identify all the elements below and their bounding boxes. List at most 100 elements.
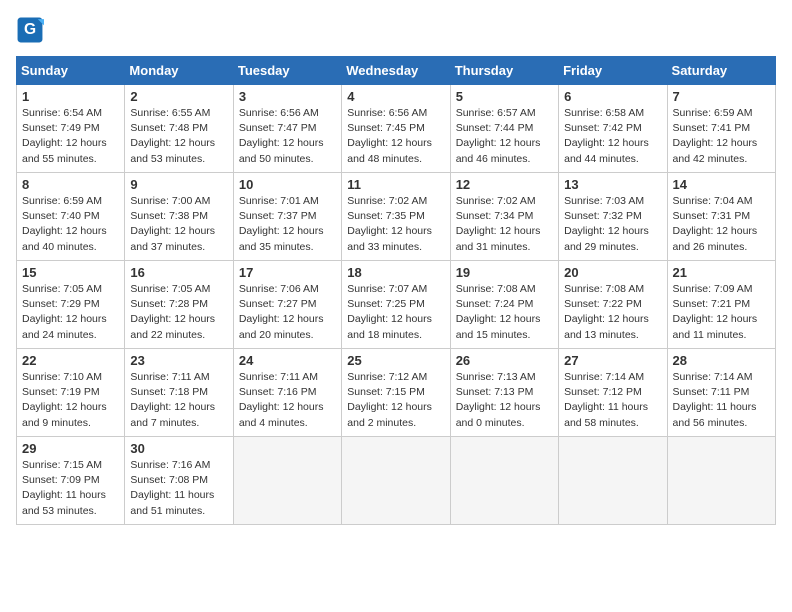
calendar-day-header: Saturday [667, 57, 775, 85]
logo-icon: G [16, 16, 44, 44]
calendar-cell [667, 437, 775, 525]
calendar-cell: 4Sunrise: 6:56 AM Sunset: 7:45 PM Daylig… [342, 85, 450, 173]
page-header: G [16, 16, 776, 44]
calendar-cell: 20 Sunrise: 7:08 AM Sunset: 7:22 PM Dayli… [559, 261, 667, 349]
calendar-table: SundayMondayTuesdayWednesdayThursdayFrid… [16, 56, 776, 525]
calendar-cell: 9 Sunrise: 7:00 AM Sunset: 7:38 PM Daylig… [125, 173, 233, 261]
day-info: Sunrise: 7:15 AM Sunset: 7:09 PM Dayligh… [22, 458, 119, 519]
day-number: 24 [239, 353, 336, 368]
calendar-cell: 17 Sunrise: 7:06 AM Sunset: 7:27 PM Dayli… [233, 261, 341, 349]
calendar-cell: 16 Sunrise: 7:05 AM Sunset: 7:28 PM Dayli… [125, 261, 233, 349]
calendar-cell: 27 Sunrise: 7:14 AM Sunset: 7:12 PM Dayli… [559, 349, 667, 437]
day-number: 29 [22, 441, 119, 456]
calendar-cell [559, 437, 667, 525]
calendar-cell: 28 Sunrise: 7:14 AM Sunset: 7:11 PM Dayli… [667, 349, 775, 437]
calendar-week-row: 1 Sunrise: 6:54 AM Sunset: 7:49 PM Daylig… [17, 85, 776, 173]
calendar-cell: 3 Sunrise: 6:56 AM Sunset: 7:47 PM Daylig… [233, 85, 341, 173]
calendar-cell: 11 Sunrise: 7:02 AM Sunset: 7:35 PM Dayli… [342, 173, 450, 261]
day-info: Sunrise: 7:06 AM Sunset: 7:27 PM Dayligh… [239, 282, 336, 343]
day-number: 28 [673, 353, 770, 368]
calendar-cell: 19Sunrise: 7:08 AM Sunset: 7:24 PM Dayli… [450, 261, 558, 349]
day-info: Sunrise: 6:59 AM Sunset: 7:40 PM Dayligh… [22, 194, 119, 255]
calendar-cell: 14 Sunrise: 7:04 AM Sunset: 7:31 PM Dayli… [667, 173, 775, 261]
calendar-cell [233, 437, 341, 525]
calendar-cell: 21 Sunrise: 7:09 AM Sunset: 7:21 PM Dayli… [667, 261, 775, 349]
svg-text:G: G [24, 21, 36, 38]
logo: G [16, 16, 48, 44]
calendar-cell: 2 Sunrise: 6:55 AM Sunset: 7:48 PM Daylig… [125, 85, 233, 173]
day-number: 6 [564, 89, 661, 104]
calendar-week-row: 29 Sunrise: 7:15 AM Sunset: 7:09 PM Dayli… [17, 437, 776, 525]
day-info: Sunrise: 7:10 AM Sunset: 7:19 PM Dayligh… [22, 370, 119, 431]
day-info: Sunrise: 7:13 AM Sunset: 7:13 PM Dayligh… [456, 370, 553, 431]
day-number: 18 [347, 265, 444, 280]
calendar-cell: 7 Sunrise: 6:59 AM Sunset: 7:41 PM Daylig… [667, 85, 775, 173]
calendar-cell: 5 Sunrise: 6:57 AM Sunset: 7:44 PM Daylig… [450, 85, 558, 173]
day-info: Sunrise: 6:56 AM Sunset: 7:47 PM Dayligh… [239, 106, 336, 167]
calendar-cell: 25 Sunrise: 7:12 AM Sunset: 7:15 PM Dayli… [342, 349, 450, 437]
calendar-cell: 6 Sunrise: 6:58 AM Sunset: 7:42 PM Daylig… [559, 85, 667, 173]
day-number: 1 [22, 89, 119, 104]
day-number: 15 [22, 265, 119, 280]
day-number: 3 [239, 89, 336, 104]
day-info: Sunrise: 6:57 AM Sunset: 7:44 PM Dayligh… [456, 106, 553, 167]
day-info: Sunrise: 7:11 AM Sunset: 7:18 PM Dayligh… [130, 370, 227, 431]
calendar-week-row: 15 Sunrise: 7:05 AM Sunset: 7:29 PM Dayli… [17, 261, 776, 349]
day-info: Sunrise: 7:03 AM Sunset: 7:32 PM Dayligh… [564, 194, 661, 255]
calendar-cell: 8 Sunrise: 6:59 AM Sunset: 7:40 PM Daylig… [17, 173, 125, 261]
day-info: Sunrise: 7:00 AM Sunset: 7:38 PM Dayligh… [130, 194, 227, 255]
calendar-cell: 10Sunrise: 7:01 AM Sunset: 7:37 PM Dayli… [233, 173, 341, 261]
calendar-cell: 15 Sunrise: 7:05 AM Sunset: 7:29 PM Dayli… [17, 261, 125, 349]
day-info: Sunrise: 7:12 AM Sunset: 7:15 PM Dayligh… [347, 370, 444, 431]
calendar-day-header: Tuesday [233, 57, 341, 85]
day-info: Sunrise: 7:01 AM Sunset: 7:37 PM Dayligh… [239, 194, 336, 255]
day-number: 5 [456, 89, 553, 104]
day-info: Sunrise: 6:56 AM Sunset: 7:45 PM Dayligh… [347, 106, 444, 167]
calendar-cell: 22 Sunrise: 7:10 AM Sunset: 7:19 PM Dayli… [17, 349, 125, 437]
day-number: 23 [130, 353, 227, 368]
day-number: 11 [347, 177, 444, 192]
day-number: 21 [673, 265, 770, 280]
calendar-cell [342, 437, 450, 525]
calendar-week-row: 8 Sunrise: 6:59 AM Sunset: 7:40 PM Daylig… [17, 173, 776, 261]
day-info: Sunrise: 7:02 AM Sunset: 7:35 PM Dayligh… [347, 194, 444, 255]
day-info: Sunrise: 7:08 AM Sunset: 7:22 PM Dayligh… [564, 282, 661, 343]
calendar-cell: 12Sunrise: 7:02 AM Sunset: 7:34 PM Dayli… [450, 173, 558, 261]
day-info: Sunrise: 7:05 AM Sunset: 7:29 PM Dayligh… [22, 282, 119, 343]
day-info: Sunrise: 6:58 AM Sunset: 7:42 PM Dayligh… [564, 106, 661, 167]
day-info: Sunrise: 7:07 AM Sunset: 7:25 PM Dayligh… [347, 282, 444, 343]
calendar-day-header: Monday [125, 57, 233, 85]
day-info: Sunrise: 7:11 AM Sunset: 7:16 PM Dayligh… [239, 370, 336, 431]
calendar-cell: 1 Sunrise: 6:54 AM Sunset: 7:49 PM Daylig… [17, 85, 125, 173]
day-number: 17 [239, 265, 336, 280]
calendar-day-header: Wednesday [342, 57, 450, 85]
calendar-cell: 23 Sunrise: 7:11 AM Sunset: 7:18 PM Dayli… [125, 349, 233, 437]
day-info: Sunrise: 6:54 AM Sunset: 7:49 PM Dayligh… [22, 106, 119, 167]
day-info: Sunrise: 6:59 AM Sunset: 7:41 PM Dayligh… [673, 106, 770, 167]
calendar-body: 1 Sunrise: 6:54 AM Sunset: 7:49 PM Daylig… [17, 85, 776, 525]
day-number: 20 [564, 265, 661, 280]
day-number: 8 [22, 177, 119, 192]
day-number: 14 [673, 177, 770, 192]
calendar-week-row: 22 Sunrise: 7:10 AM Sunset: 7:19 PM Dayli… [17, 349, 776, 437]
day-number: 30 [130, 441, 227, 456]
day-number: 22 [22, 353, 119, 368]
day-number: 9 [130, 177, 227, 192]
day-info: Sunrise: 7:14 AM Sunset: 7:12 PM Dayligh… [564, 370, 661, 431]
calendar-cell: 24 Sunrise: 7:11 AM Sunset: 7:16 PM Dayli… [233, 349, 341, 437]
calendar-header-row: SundayMondayTuesdayWednesdayThursdayFrid… [17, 57, 776, 85]
day-info: Sunrise: 7:14 AM Sunset: 7:11 PM Dayligh… [673, 370, 770, 431]
day-number: 2 [130, 89, 227, 104]
day-number: 7 [673, 89, 770, 104]
calendar-cell: 29 Sunrise: 7:15 AM Sunset: 7:09 PM Dayli… [17, 437, 125, 525]
day-info: Sunrise: 7:08 AM Sunset: 7:24 PM Dayligh… [456, 282, 553, 343]
day-number: 25 [347, 353, 444, 368]
day-info: Sunrise: 7:04 AM Sunset: 7:31 PM Dayligh… [673, 194, 770, 255]
day-number: 27 [564, 353, 661, 368]
day-info: Sunrise: 6:55 AM Sunset: 7:48 PM Dayligh… [130, 106, 227, 167]
day-info: Sunrise: 7:09 AM Sunset: 7:21 PM Dayligh… [673, 282, 770, 343]
day-number: 16 [130, 265, 227, 280]
day-number: 26 [456, 353, 553, 368]
calendar-cell: 13Sunrise: 7:03 AM Sunset: 7:32 PM Dayli… [559, 173, 667, 261]
day-info: Sunrise: 7:05 AM Sunset: 7:28 PM Dayligh… [130, 282, 227, 343]
